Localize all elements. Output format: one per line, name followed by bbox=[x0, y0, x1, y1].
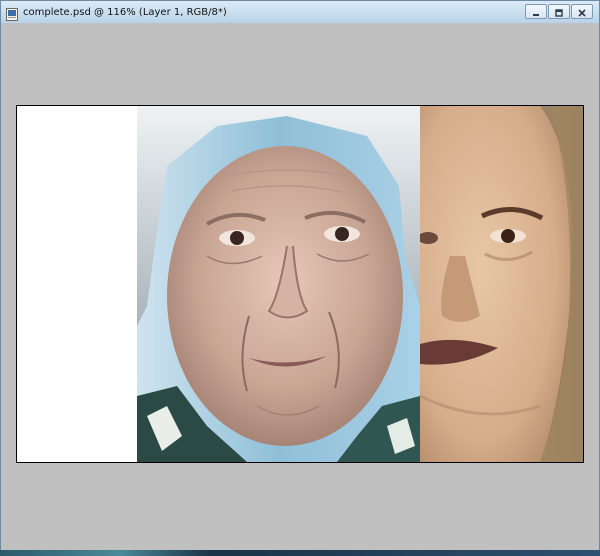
minimize-icon bbox=[531, 2, 541, 21]
window-controls bbox=[524, 4, 593, 19]
title-bar[interactable]: complete.psd @ 116% (Layer 1, RGB/8*) bbox=[1, 1, 599, 23]
maximize-button[interactable] bbox=[548, 4, 570, 19]
close-button[interactable] bbox=[571, 4, 593, 19]
document-canvas[interactable] bbox=[16, 105, 584, 463]
minimize-button[interactable] bbox=[525, 4, 547, 19]
close-icon bbox=[577, 2, 587, 21]
elderly-woman-photo bbox=[137, 106, 420, 462]
painted-young-woman bbox=[420, 106, 583, 462]
white-area bbox=[17, 106, 137, 462]
document-window: complete.psd @ 116% (Layer 1, RGB/8*) bbox=[0, 0, 600, 550]
workspace-canvas[interactable] bbox=[1, 23, 599, 550]
taskbar-strip bbox=[0, 550, 600, 556]
window-title: complete.psd @ 116% (Layer 1, RGB/8*) bbox=[23, 6, 227, 18]
photoshop-document-icon bbox=[6, 6, 18, 21]
maximize-icon bbox=[554, 2, 564, 21]
